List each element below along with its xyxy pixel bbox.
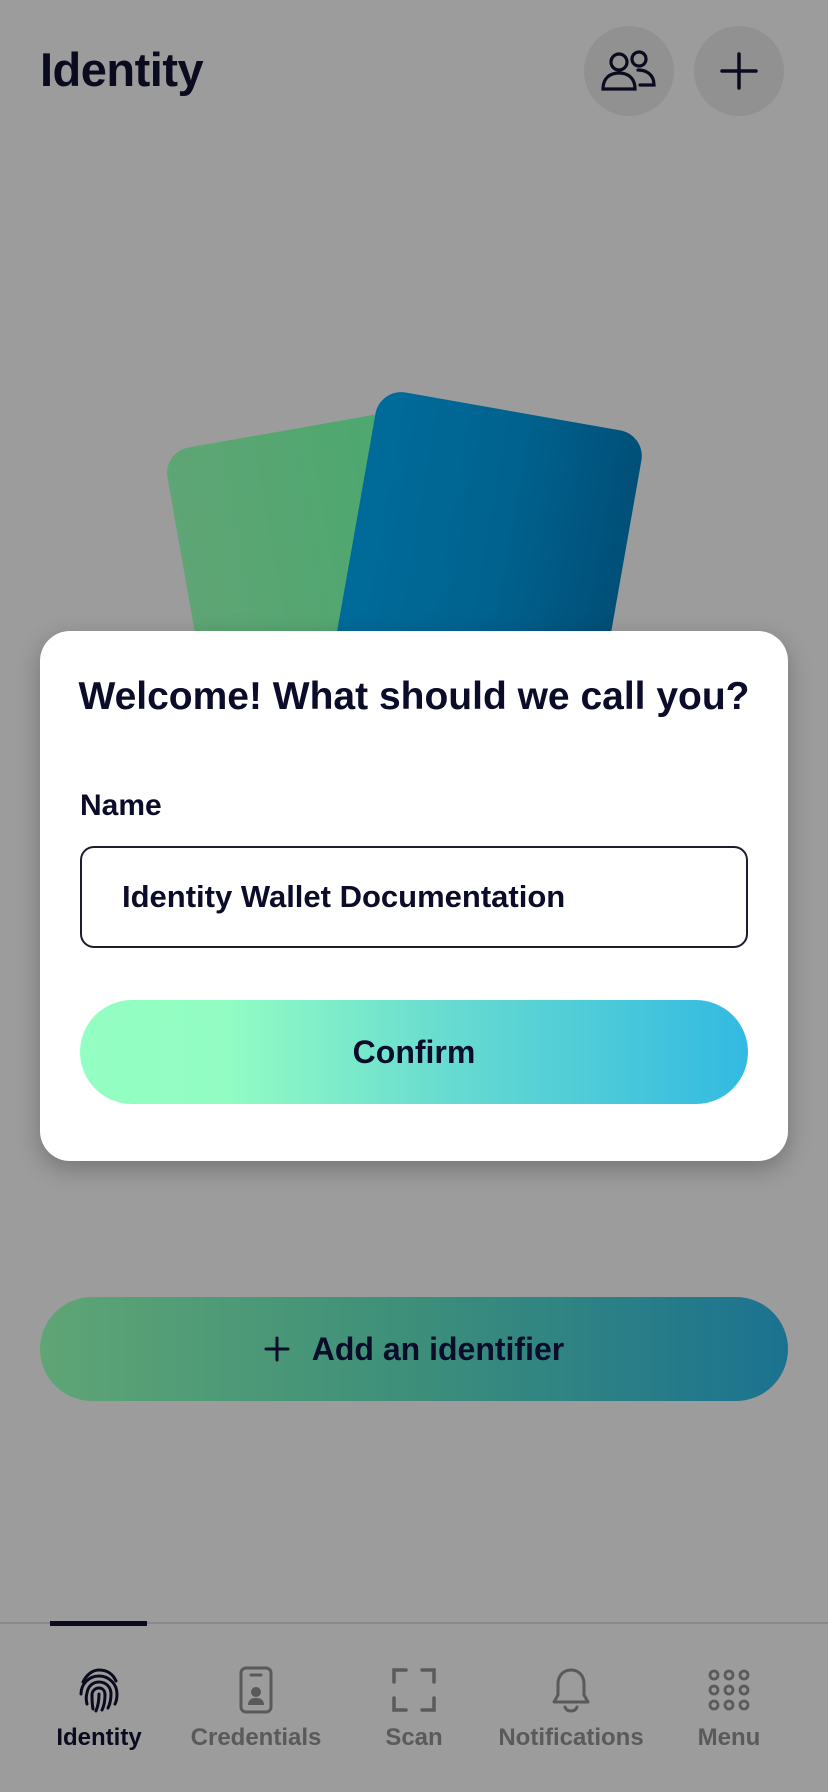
nav-label-identity: Identity xyxy=(56,1724,142,1751)
nav-label-menu: Menu xyxy=(697,1724,761,1751)
nav-scan[interactable]: Scan xyxy=(334,1664,494,1752)
page-title: Identity xyxy=(40,43,204,96)
dialog-title: Welcome! What should we call you? xyxy=(78,675,750,718)
people-icon xyxy=(601,50,656,91)
id-card-icon xyxy=(239,1666,273,1714)
bell-icon xyxy=(552,1668,590,1713)
add-identifier-label: Add an identifier xyxy=(311,1330,565,1367)
nav-label-scan: Scan xyxy=(385,1724,443,1751)
nav-credentials[interactable]: Credentials xyxy=(176,1664,336,1752)
name-field[interactable] xyxy=(80,846,748,948)
nav-notifications[interactable]: Notifications xyxy=(491,1664,651,1752)
add-identifier-button[interactable]: Add an identifier xyxy=(40,1297,788,1401)
active-tab-indicator xyxy=(50,1621,147,1626)
fingerprint-icon xyxy=(79,1668,119,1713)
bottom-nav: Identity Credentials Scan Notifications … xyxy=(0,1621,828,1792)
grid-icon xyxy=(708,1669,750,1711)
nav-identity[interactable]: Identity xyxy=(19,1664,179,1752)
nav-menu[interactable]: Menu xyxy=(649,1664,809,1752)
plus-icon xyxy=(264,1336,290,1362)
add-button[interactable] xyxy=(694,26,784,116)
confirm-button[interactable]: Confirm xyxy=(80,1000,748,1104)
connections-button[interactable] xyxy=(584,26,674,116)
name-label: Name xyxy=(80,789,162,822)
nav-label-credentials: Credentials xyxy=(190,1724,322,1751)
nav-label-notifications: Notifications xyxy=(498,1724,644,1751)
scan-icon xyxy=(392,1668,436,1712)
plus-icon xyxy=(720,52,758,90)
name-dialog: Welcome! What should we call you? Name C… xyxy=(40,631,788,1161)
